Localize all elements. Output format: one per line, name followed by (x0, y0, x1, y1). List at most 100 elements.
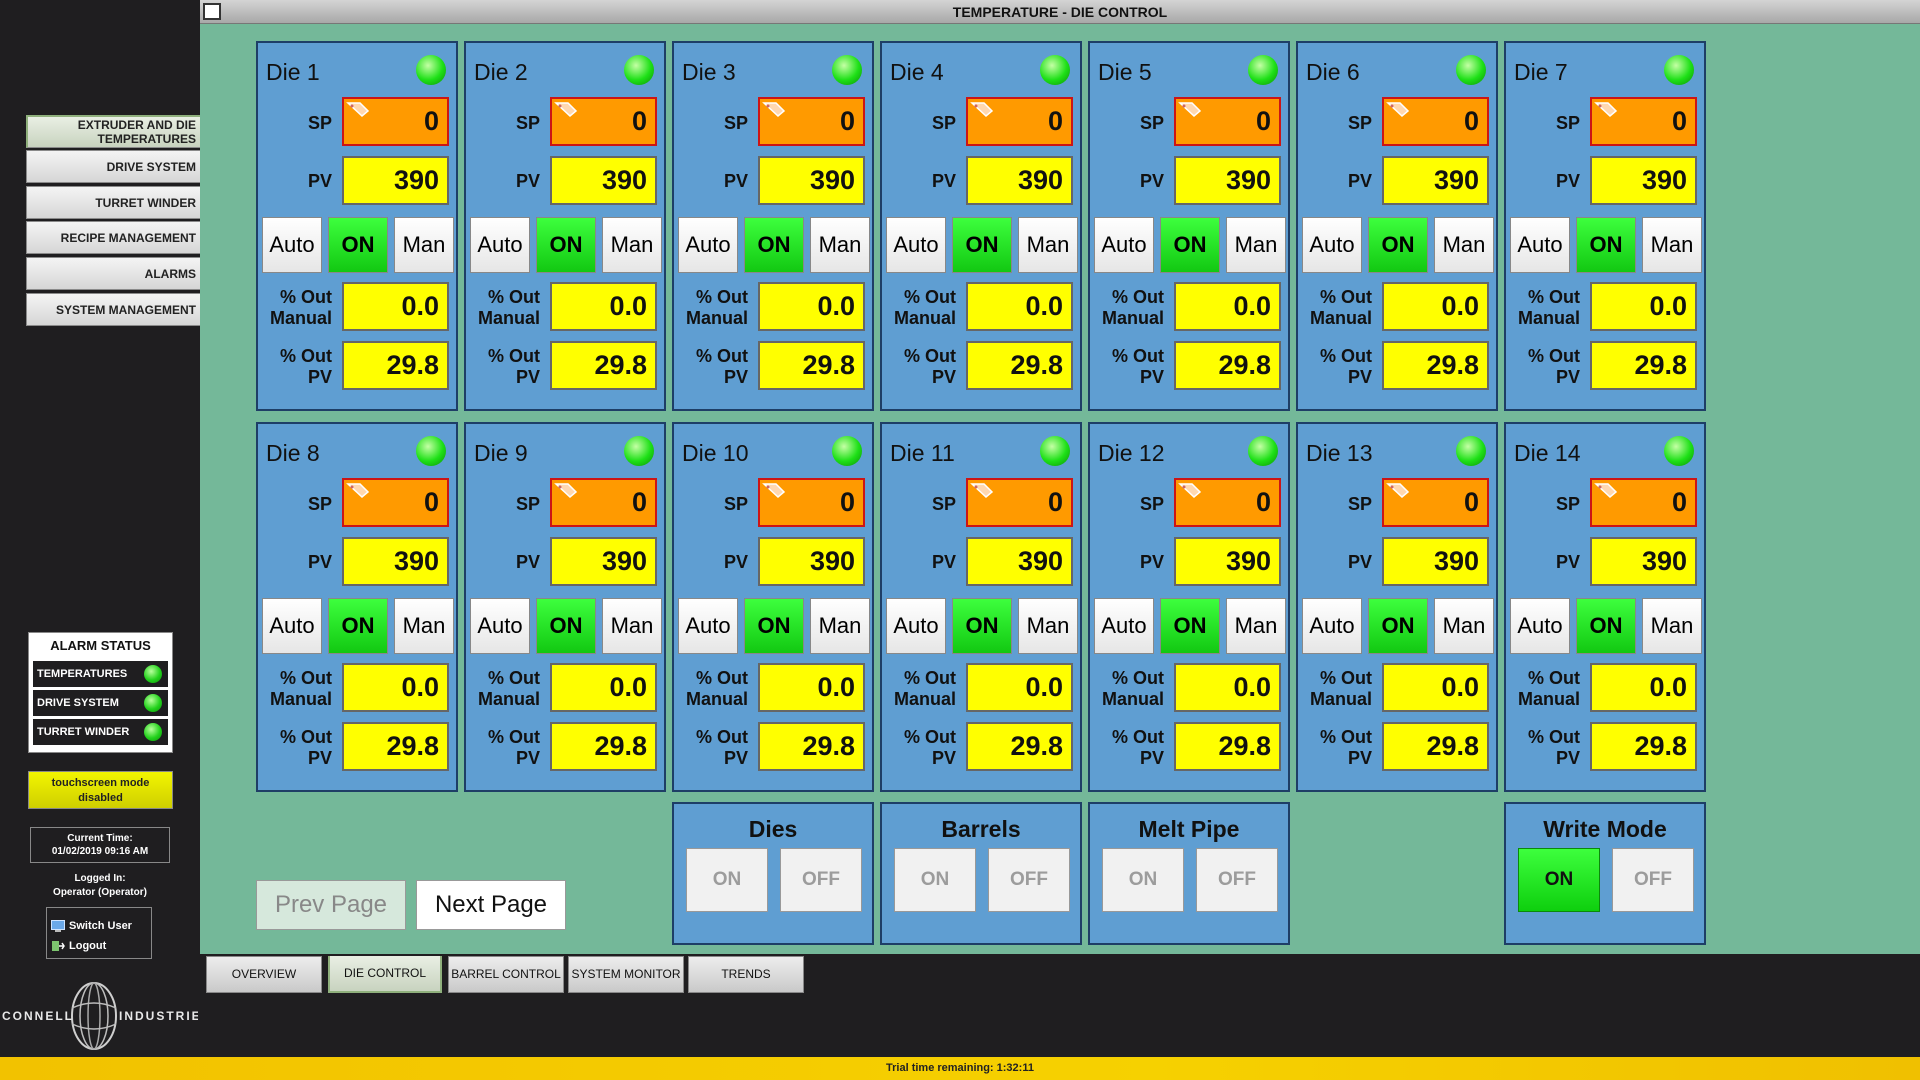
sp-input[interactable]: 0 (758, 97, 865, 146)
auto-button[interactable]: Auto (1094, 217, 1154, 273)
auto-button[interactable]: Auto (470, 217, 530, 273)
man-button[interactable]: Man (1226, 217, 1286, 273)
sp-input[interactable]: 0 (1590, 478, 1697, 527)
prev-page-button[interactable]: Prev Page (256, 880, 406, 930)
next-page-button[interactable]: Next Page (416, 880, 566, 930)
auto-button[interactable]: Auto (678, 598, 738, 654)
out-manual-input[interactable]: 0.0 (1174, 282, 1281, 331)
man-button[interactable]: Man (1642, 217, 1702, 273)
nav-item-recipe-management[interactable]: RECIPE MANAGEMENT (26, 221, 200, 254)
logout-button[interactable]: Logout (51, 936, 151, 956)
man-button[interactable]: Man (1018, 598, 1078, 654)
out-manual-input[interactable]: 0.0 (342, 282, 449, 331)
auto-button[interactable]: Auto (262, 217, 322, 273)
on-button[interactable]: ON (1368, 598, 1428, 654)
out-manual-input[interactable]: 0.0 (966, 282, 1073, 331)
on-button[interactable]: ON (1576, 598, 1636, 654)
sp-input[interactable]: 0 (1382, 478, 1489, 527)
dies-off-button[interactable]: OFF (780, 848, 862, 912)
on-button[interactable]: ON (744, 217, 804, 273)
pv-label: PV (1139, 552, 1164, 572)
auto-button[interactable]: Auto (1510, 598, 1570, 654)
man-button[interactable]: Man (1226, 598, 1286, 654)
edit-tag-icon (1386, 483, 1410, 498)
sp-input[interactable]: 0 (550, 97, 657, 146)
on-button[interactable]: ON (1368, 217, 1428, 273)
sp-input[interactable]: 0 (758, 478, 865, 527)
write-mode-off-button[interactable]: OFF (1612, 848, 1694, 912)
edit-tag-icon (1594, 102, 1618, 117)
out-manual-input[interactable]: 0.0 (342, 663, 449, 712)
on-button[interactable]: ON (744, 598, 804, 654)
tab-die-control[interactable]: DIE CONTROL (328, 956, 442, 993)
write-mode-on-button[interactable]: ON (1518, 848, 1600, 912)
on-button[interactable]: ON (536, 217, 596, 273)
barrels-on-button[interactable]: ON (894, 848, 976, 912)
auto-button[interactable]: Auto (678, 217, 738, 273)
man-button[interactable]: Man (394, 598, 454, 654)
on-button[interactable]: ON (952, 217, 1012, 273)
sp-input[interactable]: 0 (966, 97, 1073, 146)
sp-input[interactable]: 0 (1590, 97, 1697, 146)
on-button[interactable]: ON (1160, 598, 1220, 654)
nav-item-system-management[interactable]: SYSTEM MANAGEMENT (26, 293, 200, 326)
sp-input[interactable]: 0 (1174, 97, 1281, 146)
on-button[interactable]: ON (1576, 217, 1636, 273)
man-button[interactable]: Man (1434, 598, 1494, 654)
nav-item-turret-winder[interactable]: TURRET WINDER (26, 186, 200, 219)
man-button[interactable]: Man (810, 217, 870, 273)
on-button[interactable]: ON (536, 598, 596, 654)
auto-button[interactable]: Auto (262, 598, 322, 654)
tab-trends[interactable]: TRENDS (688, 956, 804, 993)
pv-value: 390 (550, 156, 657, 205)
sp-input[interactable]: 0 (966, 478, 1073, 527)
sp-input[interactable]: 0 (1174, 478, 1281, 527)
man-button[interactable]: Man (602, 217, 662, 273)
sp-input[interactable]: 0 (342, 97, 449, 146)
out-manual-input[interactable]: 0.0 (758, 282, 865, 331)
tab-barrel-control[interactable]: BARREL CONTROL (448, 956, 564, 993)
sp-input[interactable]: 0 (1382, 97, 1489, 146)
on-button[interactable]: ON (328, 598, 388, 654)
out-manual-input[interactable]: 0.0 (966, 663, 1073, 712)
auto-button[interactable]: Auto (1302, 217, 1362, 273)
melt-pipe-on-button[interactable]: ON (1102, 848, 1184, 912)
out-manual-input[interactable]: 0.0 (1382, 282, 1489, 331)
touchscreen-mode-button[interactable]: touchscreen mode disabled (28, 771, 173, 809)
group-title: Write Mode (1543, 816, 1667, 842)
on-button[interactable]: ON (328, 217, 388, 273)
sp-label: SP (931, 113, 956, 133)
barrels-off-button[interactable]: OFF (988, 848, 1070, 912)
dies-on-button[interactable]: ON (686, 848, 768, 912)
nav-item-extruder-and-die-temperatures[interactable]: EXTRUDER AND DIE TEMPERATURES (26, 115, 200, 148)
switch-user-button[interactable]: Switch User (51, 916, 151, 936)
sp-input[interactable]: 0 (550, 478, 657, 527)
man-button[interactable]: Man (1018, 217, 1078, 273)
nav-item-drive-system[interactable]: DRIVE SYSTEM (26, 150, 200, 183)
out-manual-input[interactable]: 0.0 (550, 282, 657, 331)
sp-input[interactable]: 0 (342, 478, 449, 527)
out-manual-input[interactable]: 0.0 (1590, 282, 1697, 331)
nav-item-alarms[interactable]: ALARMS (26, 257, 200, 290)
man-button[interactable]: Man (1642, 598, 1702, 654)
auto-button[interactable]: Auto (1302, 598, 1362, 654)
on-button[interactable]: ON (1160, 217, 1220, 273)
man-button[interactable]: Man (602, 598, 662, 654)
man-button[interactable]: Man (1434, 217, 1494, 273)
tab-system-monitor[interactable]: SYSTEM MONITOR (568, 956, 684, 993)
out-manual-input[interactable]: 0.0 (758, 663, 865, 712)
melt-pipe-off-button[interactable]: OFF (1196, 848, 1278, 912)
man-button[interactable]: Man (394, 217, 454, 273)
auto-button[interactable]: Auto (470, 598, 530, 654)
auto-button[interactable]: Auto (886, 217, 946, 273)
out-manual-input[interactable]: 0.0 (1590, 663, 1697, 712)
auto-button[interactable]: Auto (886, 598, 946, 654)
man-button[interactable]: Man (810, 598, 870, 654)
out-manual-input[interactable]: 0.0 (1174, 663, 1281, 712)
out-manual-input[interactable]: 0.0 (550, 663, 657, 712)
auto-button[interactable]: Auto (1094, 598, 1154, 654)
tab-overview[interactable]: OVERVIEW (206, 956, 322, 993)
auto-button[interactable]: Auto (1510, 217, 1570, 273)
out-manual-input[interactable]: 0.0 (1382, 663, 1489, 712)
on-button[interactable]: ON (952, 598, 1012, 654)
